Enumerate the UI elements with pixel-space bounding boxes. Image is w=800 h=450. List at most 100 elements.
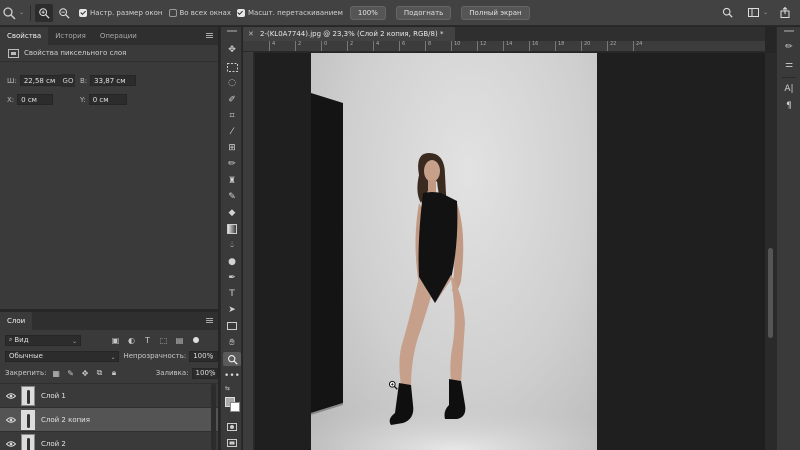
blur-tool-icon[interactable]: 💧︎	[223, 238, 241, 252]
width-field[interactable]: 22,58 см	[19, 75, 66, 86]
tab-properties[interactable]: Свойства	[0, 27, 49, 45]
gradient-tool-icon[interactable]	[223, 222, 241, 236]
dodge-tool-icon[interactable]: ●	[223, 255, 241, 269]
opacity-field[interactable]: 100% ⌄	[189, 350, 218, 362]
resize-windows-option[interactable]: Настр. размер окон	[79, 8, 163, 17]
vertical-ruler[interactable]	[243, 52, 254, 450]
clone-stamp-tool-icon[interactable]: ♜	[223, 174, 241, 188]
filter-smart-object-icon[interactable]: ▤	[174, 335, 185, 346]
background-color-swatch[interactable]	[230, 402, 240, 412]
eye-icon[interactable]	[3, 392, 19, 399]
scrubby-zoom-checkbox[interactable]	[236, 8, 245, 17]
hand-tool-icon[interactable]: ✋︎	[223, 336, 241, 350]
scroll-thumb[interactable]	[768, 248, 773, 338]
opacity-label: Непрозрачность:	[123, 352, 187, 360]
pen-tool-icon[interactable]: ✒	[223, 271, 241, 285]
zoom-tool-preset-icon[interactable]	[0, 4, 18, 22]
share-icon[interactable]	[776, 4, 794, 22]
fullscreen-button[interactable]: Полный экран	[461, 5, 530, 20]
character-panel-icon[interactable]: A|	[783, 83, 795, 95]
brush-tool-icon[interactable]: ✏	[223, 157, 241, 171]
tab-history[interactable]: История	[48, 27, 93, 45]
link-dimensions-button[interactable]: GO	[61, 74, 75, 87]
document-tab[interactable]: ✕ 2-(KL0A7744).jpg @ 23,3% (Слой 2 копия…	[243, 27, 456, 41]
chevron-down-icon[interactable]: ⌄	[19, 9, 24, 16]
lock-all-icon[interactable]: 🔒︎	[109, 368, 118, 379]
chevron-down-icon[interactable]: ⌄	[763, 9, 768, 16]
height-field[interactable]: 33,87 см	[90, 75, 137, 86]
ruler-tick-label: 24	[633, 41, 642, 51]
zoom-out-icon[interactable]	[55, 4, 73, 22]
eraser-tool-icon[interactable]: ◆	[223, 206, 241, 220]
resize-windows-label: Настр. размер окон	[90, 8, 163, 17]
type-tool-icon[interactable]: T	[223, 287, 241, 301]
lasso-tool-icon[interactable]: ◌	[223, 76, 241, 90]
adjustments-icon[interactable]: ⚌	[783, 59, 795, 71]
swap-colors-icon[interactable]: ⇆	[225, 385, 230, 392]
filter-toggle-icon[interactable]	[193, 337, 199, 343]
tab-actions[interactable]: Операции	[93, 27, 144, 45]
panel-grip[interactable]	[784, 30, 794, 32]
filter-pixel-icon[interactable]: ▣	[110, 335, 121, 346]
healing-brush-tool-icon[interactable]: ⊞	[223, 141, 241, 155]
brush-settings-icon[interactable]: ✏	[783, 41, 795, 53]
quick-mask-icon[interactable]	[223, 420, 241, 434]
layers-scrollbar[interactable]	[211, 384, 216, 450]
lock-image-icon[interactable]: ✎	[66, 368, 75, 379]
filter-adjustment-icon[interactable]: ◐	[126, 335, 137, 346]
filter-shape-icon[interactable]: ⬚	[158, 335, 169, 346]
lock-position-icon[interactable]: ✥	[80, 368, 89, 379]
eye-icon[interactable]	[3, 440, 19, 447]
path-selection-tool-icon[interactable]: ➤	[223, 303, 241, 317]
all-windows-checkbox[interactable]	[168, 8, 177, 17]
panel-menu-icon[interactable]	[206, 318, 213, 323]
width-field-row: Ш: 22,58 см	[7, 75, 66, 86]
all-windows-label: Во всех окнах	[179, 8, 231, 17]
rectangle-tool-icon[interactable]	[223, 319, 241, 333]
zoom-100-button[interactable]: 100%	[349, 5, 386, 20]
image-canvas[interactable]	[311, 53, 597, 450]
ruler-tick-label: 22	[607, 41, 616, 51]
fit-screen-button[interactable]: Подогнать	[395, 5, 452, 20]
layer-row[interactable]: Слой 1	[0, 383, 218, 407]
y-field[interactable]: 0 см	[88, 94, 127, 105]
all-windows-option[interactable]: Во всех окнах	[168, 8, 231, 17]
close-icon[interactable]: ✕	[248, 30, 254, 38]
blend-mode-value: Обычные	[9, 352, 43, 360]
tab-layers[interactable]: Слои	[0, 312, 33, 330]
eye-icon[interactable]	[3, 416, 19, 423]
layer-row[interactable]: Слой 2	[0, 431, 218, 450]
search-icon[interactable]	[719, 4, 737, 22]
paragraph-panel-icon[interactable]: ¶	[783, 100, 795, 112]
layers-tabs: Слои	[0, 312, 218, 330]
zoom-tool-icon[interactable]	[223, 352, 241, 366]
workspace-icon[interactable]	[745, 4, 763, 22]
layer-filter-dropdown[interactable]: ⌕ Вид ⌄	[5, 334, 81, 346]
filter-type-icon[interactable]: T	[142, 335, 153, 346]
crop-tool-icon[interactable]: ⌗	[223, 109, 241, 123]
layer-row-selected[interactable]: Слой 2 копия	[0, 407, 218, 431]
lock-artboard-icon[interactable]: ⧉	[95, 368, 104, 379]
marquee-tool-icon[interactable]	[223, 60, 241, 74]
fill-field[interactable]: 100% ⌄	[191, 367, 219, 379]
quick-selection-tool-icon[interactable]: ✐	[223, 93, 241, 107]
scrubby-zoom-option[interactable]: Масшт. перетаскиванием	[236, 8, 343, 17]
history-brush-tool-icon[interactable]: ✎	[223, 190, 241, 204]
move-tool-icon[interactable]: ✥	[223, 43, 241, 57]
zoom-in-icon[interactable]	[35, 3, 54, 22]
ruler-tick-label: 20	[581, 41, 590, 51]
x-field[interactable]: 0 см	[17, 94, 54, 105]
horizontal-ruler[interactable]: 4 2 0 2 4 6 8 10 12 14 16 18 20 22 24	[243, 41, 765, 52]
properties-panel: Свойства История Операции Свойства пиксе…	[0, 27, 218, 309]
resize-windows-checkbox[interactable]	[79, 8, 88, 17]
blend-mode-dropdown[interactable]: Обычные ⌄	[5, 350, 120, 362]
canvas-vertical-scrollbar[interactable]	[765, 53, 776, 450]
lock-transparent-icon[interactable]: ▦	[51, 368, 60, 379]
panel-menu-icon[interactable]	[206, 33, 213, 38]
screen-mode-icon[interactable]	[223, 436, 241, 450]
more-tools-icon[interactable]: •••	[223, 369, 241, 383]
toolbar-grip[interactable]	[227, 30, 237, 32]
eyedropper-tool-icon[interactable]: ⁄	[223, 125, 241, 139]
lock-label: Закрепить:	[5, 369, 47, 377]
ruler-tick-label: 8	[425, 41, 431, 51]
